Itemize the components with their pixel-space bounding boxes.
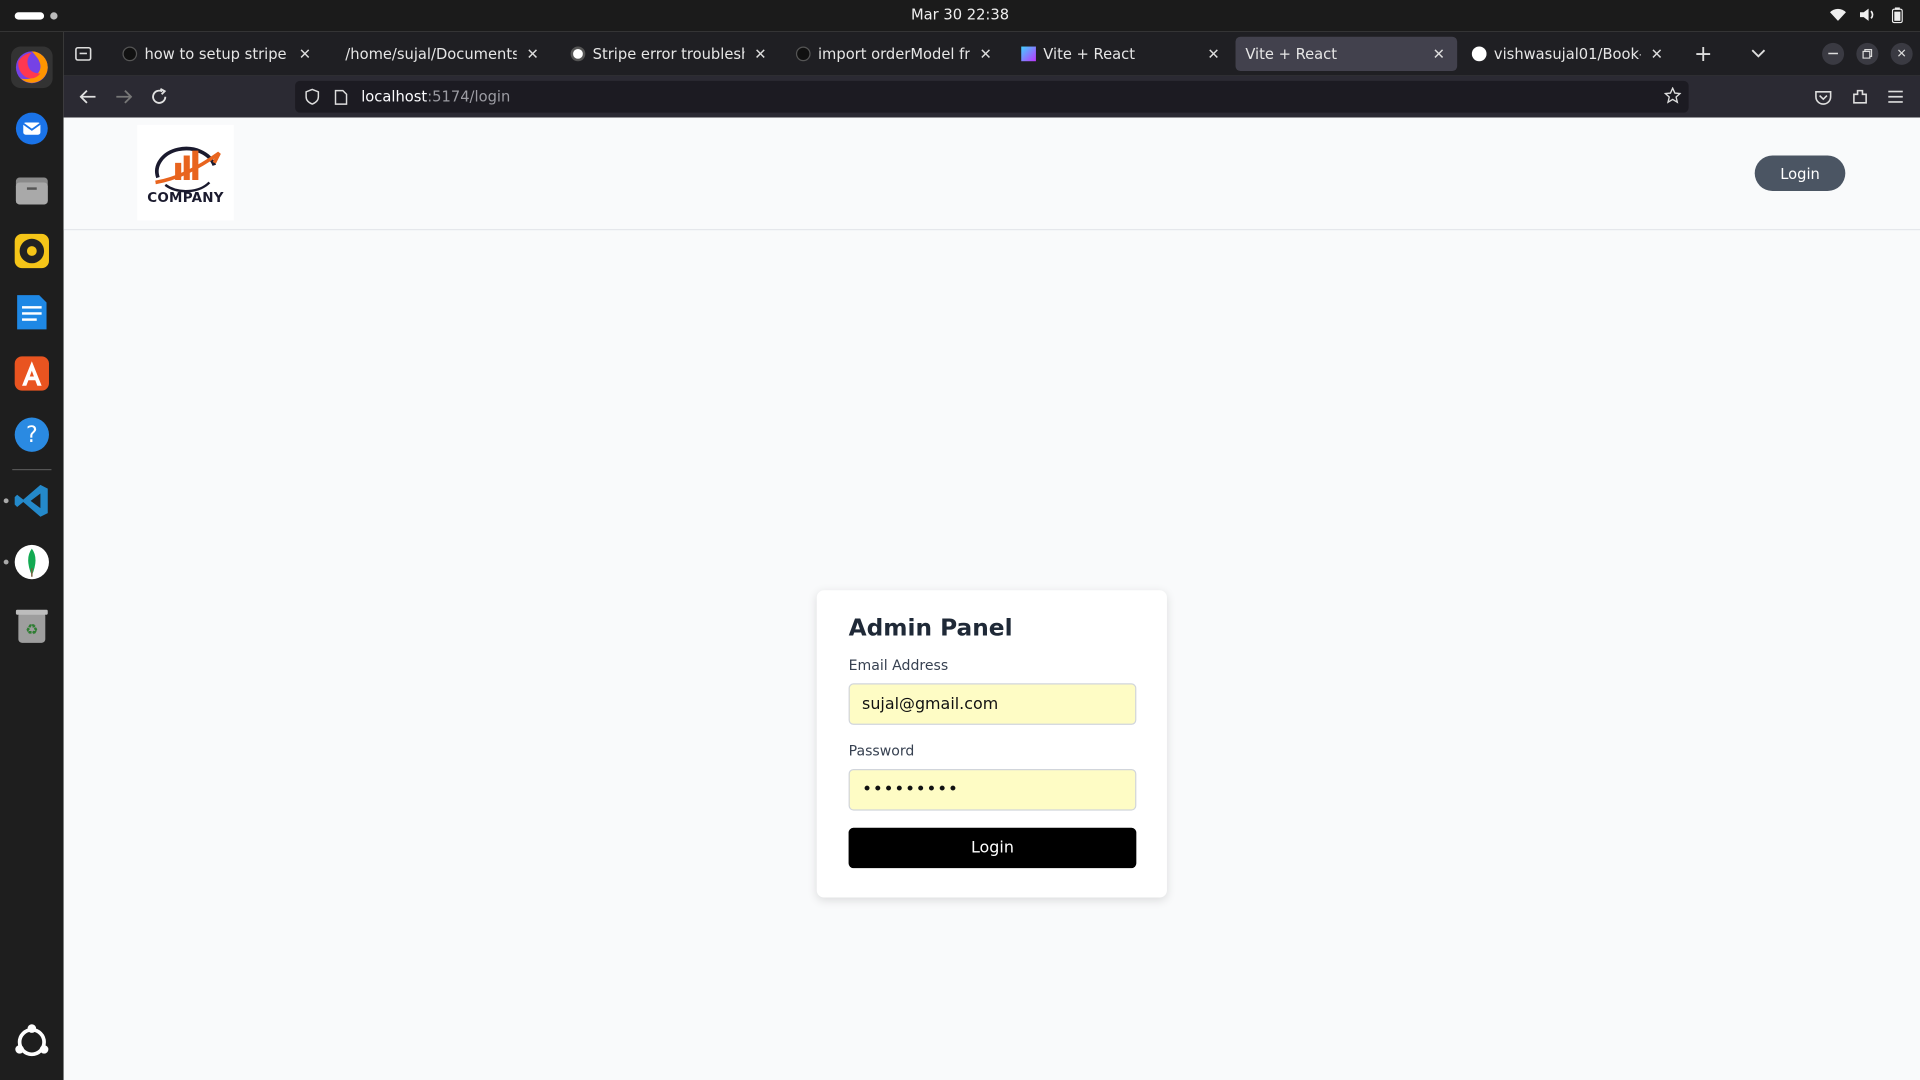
pocket-icon[interactable] xyxy=(1811,84,1835,108)
running-indicator xyxy=(3,559,9,565)
minimize-button[interactable] xyxy=(1822,42,1845,65)
dock-separator xyxy=(12,468,52,471)
tab-6[interactable]: vishwasujal01/Book-Sellin ✕ xyxy=(1462,37,1675,71)
browser-tab-bar: how to setup stripe pleas ✕ /home/sujal/… xyxy=(63,31,1920,76)
hamburger-menu-icon[interactable] xyxy=(1883,84,1907,108)
shield-icon[interactable] xyxy=(305,88,322,105)
tab-4[interactable]: Vite + React ✕ xyxy=(1011,37,1231,71)
favicon-icon xyxy=(122,46,138,62)
system-tray[interactable] xyxy=(1829,6,1905,23)
close-icon[interactable]: ✕ xyxy=(296,45,313,62)
app-center-icon[interactable] xyxy=(11,353,53,395)
help-icon[interactable]: ? xyxy=(11,414,53,456)
tab-title: Stripe error troubleshoot xyxy=(592,45,745,63)
password-field[interactable]: ••••••••• xyxy=(848,768,1137,811)
running-indicator xyxy=(3,498,9,504)
new-tab-button[interactable]: + xyxy=(1691,41,1715,67)
tab-title: /home/sujal/Documents/Me xyxy=(345,45,516,63)
tab-title: Vite + React xyxy=(1245,45,1338,63)
favicon-icon xyxy=(570,46,586,62)
company-logo-icon xyxy=(154,146,221,192)
close-icon[interactable]: ✕ xyxy=(524,45,541,62)
email-value: sujal@gmail.com xyxy=(862,694,999,714)
files-icon[interactable] xyxy=(11,169,53,211)
tab-title: import orderModel from xyxy=(817,45,970,63)
close-icon[interactable]: ✕ xyxy=(1205,45,1222,62)
login-submit-button[interactable]: Login xyxy=(848,827,1137,869)
dock: ? ♻ xyxy=(0,31,64,1080)
rhythmbox-icon[interactable] xyxy=(11,230,53,272)
tab-3[interactable]: import orderModel from ✕ xyxy=(786,37,1004,71)
tab-1[interactable]: /home/sujal/Documents/Me ✕ xyxy=(336,37,552,71)
logo-text: COMPANY xyxy=(147,189,224,206)
tab-title: vishwasujal01/Book-Sellin xyxy=(1493,45,1641,63)
trash-icon[interactable]: ♻ xyxy=(11,605,53,647)
tab-title: how to setup stripe pleas xyxy=(144,45,288,63)
close-icon[interactable]: ✕ xyxy=(977,45,994,62)
company-logo[interactable]: COMPANY xyxy=(137,124,234,221)
battery-icon[interactable] xyxy=(1888,6,1905,23)
svg-text:♻: ♻ xyxy=(25,621,38,638)
vite-logo-icon xyxy=(1021,46,1036,62)
mongodb-compass-icon[interactable] xyxy=(11,541,53,583)
password-label: Password xyxy=(848,742,915,760)
show-apps-icon[interactable] xyxy=(11,1021,53,1063)
thunderbird-icon[interactable] xyxy=(11,108,53,150)
writer-icon[interactable] xyxy=(11,291,53,333)
email-field[interactable]: sujal@gmail.com xyxy=(848,683,1137,725)
page-info-icon[interactable] xyxy=(334,89,351,105)
tab-5-active[interactable]: Vite + React ✕ xyxy=(1235,36,1458,72)
firefox-view-icon[interactable] xyxy=(71,42,95,66)
system-top-bar: Mar 30 22:38 xyxy=(0,0,1920,32)
close-window-button[interactable]: ✕ xyxy=(1890,42,1913,65)
github-icon xyxy=(1471,46,1487,62)
close-icon[interactable]: ✕ xyxy=(1430,45,1447,62)
restore-button[interactable] xyxy=(1856,42,1879,65)
browser-nav-bar: localhost:5174/login xyxy=(63,75,1920,118)
tab-title: Vite + React xyxy=(1043,45,1135,63)
url-bar[interactable]: localhost:5174/login xyxy=(295,80,1689,113)
site-header: COMPANY Login xyxy=(63,117,1920,231)
login-card: Admin Panel Email Address sujal@gmail.co… xyxy=(816,590,1167,898)
wifi-icon[interactable] xyxy=(1829,6,1846,23)
card-title: Admin Panel xyxy=(848,614,1013,642)
header-login-button[interactable]: Login xyxy=(1754,155,1846,192)
web-page: COMPANY Login Admin Panel Email Address … xyxy=(63,117,1920,1080)
tab-0[interactable]: how to setup stripe pleas ✕ xyxy=(113,37,324,71)
url-host: localhost xyxy=(361,88,428,106)
list-tabs-chevron-down-icon[interactable] xyxy=(1746,42,1770,66)
close-icon[interactable]: ✕ xyxy=(752,45,769,62)
favicon-icon xyxy=(795,46,811,62)
back-arrow-icon[interactable] xyxy=(76,84,100,108)
vscode-icon[interactable] xyxy=(11,480,53,522)
email-label: Email Address xyxy=(848,656,949,674)
volume-icon[interactable] xyxy=(1859,6,1876,23)
close-icon[interactable]: ✕ xyxy=(1648,45,1665,62)
password-value: ••••••••• xyxy=(862,780,959,800)
firefox-icon[interactable] xyxy=(11,46,53,89)
tab-2[interactable]: Stripe error troubleshoot ✕ xyxy=(561,37,779,71)
forward-arrow-icon[interactable] xyxy=(111,84,135,108)
system-clock[interactable]: Mar 30 22:38 xyxy=(0,6,1920,23)
bookmark-star-icon[interactable] xyxy=(1663,86,1682,108)
reload-icon[interactable] xyxy=(147,84,171,108)
url-path: :5174/login xyxy=(427,88,511,106)
extensions-icon[interactable] xyxy=(1848,84,1872,108)
svg-text:?: ? xyxy=(26,423,38,448)
